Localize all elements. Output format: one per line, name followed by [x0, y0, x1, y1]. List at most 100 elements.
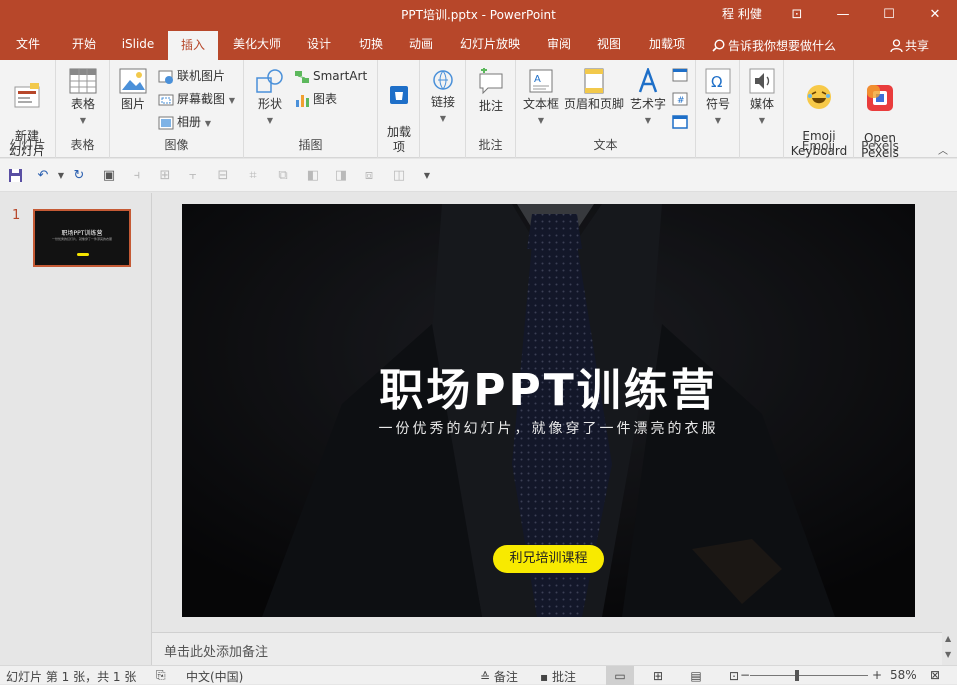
- scroll-up-icon[interactable]: ▲: [945, 634, 951, 643]
- zoom-slider[interactable]: [750, 675, 868, 676]
- object-button[interactable]: [672, 114, 688, 134]
- notes-pane[interactable]: 单击此处添加备注: [152, 632, 942, 665]
- header-footer-button[interactable]: 页眉和页脚: [562, 68, 626, 112]
- reading-view-icon[interactable]: ▤: [682, 666, 710, 685]
- chevron-down-icon: ▼: [537, 116, 545, 125]
- distribute-icon[interactable]: ⊟: [214, 166, 232, 184]
- speaker-icon: [749, 68, 775, 94]
- shapes-button[interactable]: 形状 ▼: [250, 68, 290, 128]
- chevron-down-icon: ▼: [79, 116, 87, 125]
- links-button[interactable]: 链接 ▼: [425, 68, 461, 126]
- slide-canvas[interactable]: 职场PPT训练营 一份优秀的幻灯片，就像穿了一件漂亮的衣服 利兄培训课程: [182, 204, 915, 617]
- addins-button[interactable]: 加载 项▼: [383, 68, 415, 171]
- wordart-button[interactable]: 艺术字 ▼: [626, 68, 670, 128]
- date-time-button[interactable]: [672, 67, 688, 87]
- chevron-down-icon: ▼: [644, 116, 652, 125]
- tab-transitions[interactable]: 切换: [350, 28, 392, 60]
- notes-placeholder[interactable]: 单击此处添加备注: [164, 641, 268, 660]
- group-objects-icon[interactable]: ⧉: [274, 166, 292, 184]
- customize-toolbar-icon[interactable]: ▼: [418, 166, 436, 184]
- tab-review[interactable]: 审阅: [538, 28, 580, 60]
- screenshot-button[interactable]: 屏幕截图 ▼: [158, 88, 235, 110]
- chevron-down-icon: ▼: [204, 119, 211, 128]
- tab-beautify-master[interactable]: 美化大师: [226, 28, 288, 60]
- share-label: 共享: [905, 39, 930, 53]
- omega-icon: Ω: [705, 68, 731, 94]
- laughing-emoji-icon: [807, 85, 831, 109]
- slideshow-from-start-icon[interactable]: ▣: [100, 166, 118, 184]
- tab-islide[interactable]: iSlide: [116, 28, 160, 60]
- textbox-button[interactable]: A 文本框 ▼: [520, 68, 562, 128]
- crop-icon[interactable]: ⌗: [244, 166, 262, 184]
- shapes-label: 形状: [257, 97, 282, 111]
- smartart-button[interactable]: SmartArt: [294, 65, 367, 87]
- restore-button[interactable]: ☐: [866, 0, 912, 28]
- tab-slide-show[interactable]: 幻灯片放映: [454, 28, 526, 60]
- fit-to-window-icon[interactable]: ⊠: [930, 668, 940, 682]
- link-icon: [433, 70, 453, 90]
- slide-title[interactable]: 职场PPT训练营: [182, 354, 915, 418]
- language-indicator[interactable]: 中文(中国): [186, 668, 243, 685]
- zoom-level[interactable]: 58%: [890, 668, 917, 682]
- normal-view-icon[interactable]: ▭: [606, 666, 634, 685]
- quick-access-toolbar: ↶ ▼ ↻ ▣ ⫞ ⊞ ⫟ ⊟ ⌗ ⧉ ◧ ◨ ⧈ ◫ ▼: [0, 159, 957, 192]
- pictures-button[interactable]: 图片: [116, 68, 150, 112]
- tab-insert[interactable]: 插入: [168, 31, 218, 60]
- thumbnail-subtitle: 一份优秀的幻灯片，就像穿了一件漂亮的衣服: [51, 237, 112, 241]
- course-label-button[interactable]: 利兄培训课程: [493, 545, 604, 573]
- zoom-in-icon[interactable]: +: [872, 668, 882, 682]
- arrange-icon[interactable]: ◫: [390, 166, 408, 184]
- group-links: 链接 ▼: [420, 60, 466, 158]
- tab-animations[interactable]: 动画: [400, 28, 442, 60]
- zoom-slider-thumb[interactable]: [795, 670, 799, 681]
- notes-toggle-label: 备注: [493, 670, 518, 684]
- align-right-icon[interactable]: ⫟: [184, 166, 202, 184]
- media-button[interactable]: 媒体 ▼: [744, 68, 780, 128]
- group-illustrations-label: 插图: [298, 138, 323, 152]
- group-illustrations: 形状 ▼ SmartArt 图表 插图: [244, 60, 378, 158]
- align-left-icon[interactable]: ⫞: [128, 166, 146, 184]
- tell-me-search[interactable]: 告诉我你想要做什么: [712, 37, 836, 54]
- share-button[interactable]: 共享: [890, 37, 929, 54]
- header-footer-icon: [584, 68, 604, 94]
- tab-addins[interactable]: 加载项: [642, 28, 692, 60]
- wordart-icon: [638, 68, 658, 93]
- collapse-ribbon-icon[interactable]: ︿: [938, 142, 948, 157]
- table-button[interactable]: 表格 ▼: [62, 68, 104, 128]
- tab-file[interactable]: 文件: [6, 28, 50, 60]
- photo-album-button[interactable]: 相册 ▼: [158, 111, 211, 133]
- tab-design[interactable]: 设计: [298, 28, 340, 60]
- header-footer-label: 页眉和页脚: [563, 97, 624, 111]
- slide-thumbnail[interactable]: 职场PPT训练营 一份优秀的幻灯片，就像穿了一件漂亮的衣服: [33, 209, 131, 267]
- chart-button[interactable]: 图表: [294, 88, 337, 110]
- slide-sorter-icon[interactable]: ⊞: [644, 666, 672, 685]
- bring-forward-icon[interactable]: ◧: [304, 166, 322, 184]
- user-name[interactable]: 程 利健: [722, 5, 762, 22]
- ribbon-display-options-button[interactable]: ⊡: [774, 0, 820, 28]
- spelling-check-icon[interactable]: ⎘: [156, 668, 166, 683]
- save-icon[interactable]: [6, 166, 24, 184]
- undo-icon[interactable]: ↶: [34, 166, 52, 184]
- vertical-scrollbar[interactable]: ▲ ▼: [942, 632, 957, 665]
- ungroup-icon[interactable]: ⧈: [360, 166, 378, 184]
- online-pictures-button[interactable]: 联机图片: [158, 65, 225, 87]
- scroll-down-icon[interactable]: ▼: [945, 650, 951, 659]
- close-button[interactable]: ✕: [912, 0, 957, 28]
- comments-toggle[interactable]: ▪ 批注: [540, 668, 576, 685]
- chevron-down-icon: ▼: [714, 116, 722, 125]
- group-symbols: Ω 符号 ▼: [696, 60, 740, 158]
- tab-view[interactable]: 视图: [588, 28, 630, 60]
- slide-subtitle[interactable]: 一份优秀的幻灯片，就像穿了一件漂亮的衣服: [182, 418, 915, 438]
- redo-icon[interactable]: ↻: [70, 166, 88, 184]
- minimize-button[interactable]: —: [820, 0, 866, 28]
- align-center-icon[interactable]: ⊞: [156, 166, 174, 184]
- zoom-out-icon[interactable]: −: [740, 668, 750, 682]
- comment-button[interactable]: 批注: [472, 68, 510, 114]
- symbols-button[interactable]: Ω 符号 ▼: [700, 68, 736, 128]
- tab-home[interactable]: 开始: [62, 28, 106, 60]
- notes-toggle[interactable]: ≙ 备注: [480, 668, 518, 685]
- send-backward-icon[interactable]: ◨: [332, 166, 350, 184]
- undo-dropdown-icon[interactable]: ▼: [52, 166, 70, 184]
- slide-number-button[interactable]: #: [672, 91, 688, 111]
- chart-icon: [296, 94, 309, 107]
